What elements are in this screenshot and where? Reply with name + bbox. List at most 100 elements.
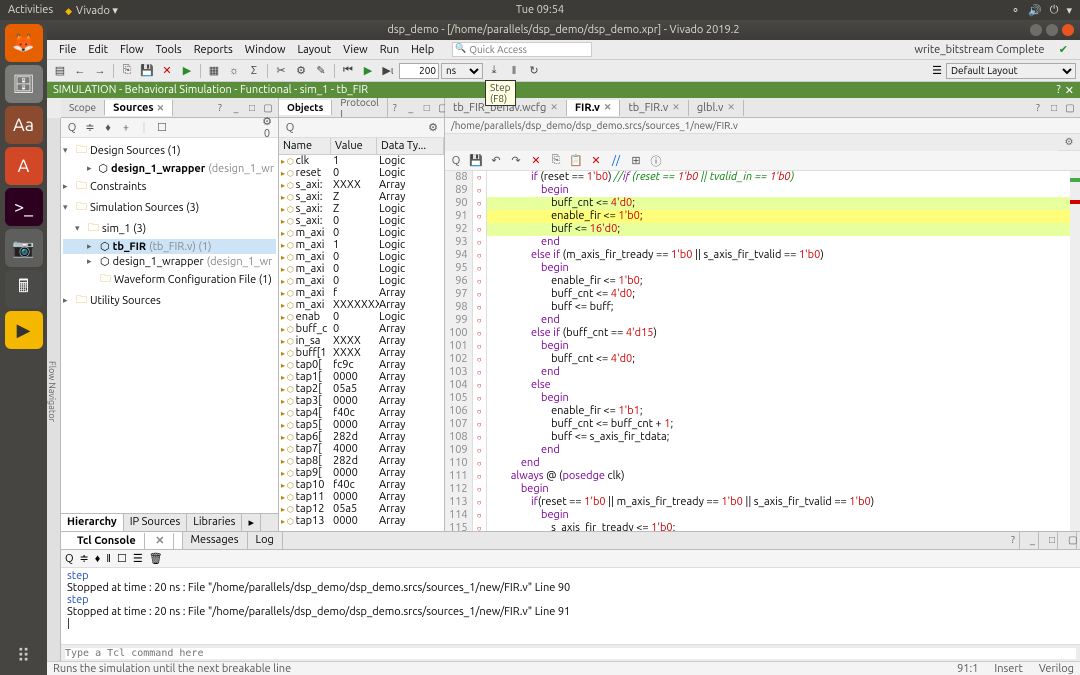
expand-icon[interactable]: ♦ [101,122,115,134]
float-panel-icon[interactable]: ▢ [261,102,275,114]
editor-tab[interactable]: glbl.v✕ [689,100,744,116]
hierarchy-icon[interactable]: ☐ [155,121,169,134]
menu-run[interactable]: Run [374,44,405,56]
object-row[interactable]: enab0Logic [279,311,444,323]
maximize-panel-icon[interactable]: □ [420,102,434,114]
document-icon[interactable]: A [5,147,43,185]
delete-icon[interactable]: ✕ [589,154,603,167]
search-icon[interactable]: Q [449,155,463,167]
maximize-panel-icon[interactable]: □ [1041,532,1058,549]
clock[interactable]: Tue 09:54 [516,4,564,16]
time-unit-select[interactable]: ns [441,63,483,79]
cut-icon[interactable]: ✕ [529,154,543,167]
object-row[interactable]: m_axi0Logic [279,227,444,239]
col-name[interactable]: Name [279,138,331,154]
menu-tools[interactable]: Tools [150,44,188,56]
menu-reports[interactable]: Reports [188,44,239,56]
relaunch-icon[interactable]: ↻ [525,62,543,80]
synth-icon[interactable]: ▦ [205,62,223,80]
close-button[interactable] [1062,24,1074,36]
menu-window[interactable]: Window [239,44,292,56]
object-row[interactable]: m_axifArray [279,287,444,299]
gear-icon[interactable]: ⚙ [1062,136,1076,148]
terminal-icon[interactable]: >_ [5,188,43,226]
save-icon[interactable]: 💾 [138,62,156,80]
step-icon[interactable]: ⤓ Step (F8) [485,62,503,80]
search-icon[interactable]: Q [65,553,74,565]
tab-messages[interactable]: Messages [183,532,248,549]
object-row[interactable]: m_axi0Logic [279,263,444,275]
screenshot-icon[interactable]: 📷 [5,229,43,267]
close-icon[interactable]: ✕ [157,103,165,113]
files-icon[interactable]: 🗄 [5,65,43,103]
quick-access-input[interactable] [452,42,592,57]
collapse-icon[interactable]: ≑ [80,552,89,565]
pause-icon[interactable]: ‖ [106,553,111,565]
scroll-indicator[interactable] [1070,171,1080,531]
paste-icon[interactable]: 📋 [569,154,583,167]
save-icon[interactable]: 💾 [469,154,483,167]
object-row[interactable]: tap5[0000Array [279,419,444,431]
new-icon[interactable]: ▤ [51,62,69,80]
object-row[interactable]: tap6[282dArray [279,431,444,443]
cancel-icon[interactable]: ✕ [158,62,176,80]
gear-icon[interactable]: ⚙ [426,121,440,134]
close-icon[interactable]: ✕ [550,102,558,113]
system-menu-icon[interactable]: ▾ [1066,4,1072,17]
editor-tab[interactable]: tb_FIR.v✕ [620,100,688,116]
help-icon[interactable]: ? [1031,102,1045,114]
app-menu[interactable]: Vivado ▾ [65,4,118,17]
comment-icon[interactable]: // [609,155,623,167]
minimize-button[interactable] [1030,24,1042,36]
copy-icon[interactable]: ⎘ [118,62,136,80]
object-row[interactable]: s_axi:XXXXArray [279,179,444,191]
float-panel-icon[interactable]: ▢ [1063,102,1077,114]
undo-icon[interactable]: ↶ [489,154,503,167]
object-row[interactable]: m_axiXXXXXXXXArray [279,299,444,311]
banner-close-icon[interactable]: ✕ [1065,84,1074,97]
close-icon[interactable]: ✕ [727,102,735,113]
object-row[interactable]: tap10f40cArray [279,479,444,491]
flow-navigator-collapsed[interactable]: Flow Navigator [47,118,61,661]
tab-objects[interactable]: Objects [279,100,332,115]
object-row[interactable]: tap7[4000Array [279,443,444,455]
help-icon[interactable]: ? [1003,532,1020,549]
objects-table[interactable]: Name Value Data Ty... clk1Logicreset0Log… [279,138,444,531]
tab-ip-sources[interactable]: IP Sources [124,514,187,531]
close-icon[interactable]: ✕ [672,102,680,113]
close-icon[interactable]: ✕ [604,102,612,113]
menu-flow[interactable]: Flow [114,44,150,56]
info-icon[interactable]: ⓘ [649,153,663,169]
menu-view[interactable]: View [337,44,374,56]
banner-help-icon[interactable]: ? [1057,84,1061,97]
menu-help[interactable]: Help [405,44,440,56]
tool-icon[interactable]: ⚙ [292,62,310,80]
menu-file[interactable]: File [53,44,82,56]
close-icon[interactable]: ✕ [147,533,173,549]
object-row[interactable]: tap110000Array [279,491,444,503]
show-apps-icon[interactable]: ⠿ [5,637,43,675]
object-row[interactable]: tap1205a5Array [279,503,444,515]
tab-log[interactable]: Log [248,532,283,549]
sources-tree[interactable]: ▾🗀Design Sources (1) ▸⬡ design_1_wrapper… [61,138,278,513]
filter-icon[interactable]: ☰ [133,552,143,565]
back-icon[interactable]: ← [71,62,89,80]
object-row[interactable]: tap2[05a5Array [279,383,444,395]
object-row[interactable]: tap0[fc9cArray [279,359,444,371]
maximize-panel-icon[interactable]: □ [1047,102,1061,114]
calculator-icon[interactable]: 🖩 [5,270,43,308]
run-all-icon[interactable]: ▶ [359,62,377,80]
tab-hierarchy[interactable]: Hierarchy [61,514,124,531]
tcl-input[interactable] [65,648,1076,659]
object-row[interactable]: s_axi:ZArray [279,191,444,203]
vivado-icon[interactable]: ▶ [5,311,43,349]
maximize-panel-icon[interactable]: □ [245,102,259,114]
object-row[interactable]: m_axi0Logic [279,275,444,287]
run-time-input[interactable] [399,63,439,79]
object-row[interactable]: s_axi:0Logic [279,215,444,227]
object-row[interactable]: buff_c0Array [279,323,444,335]
run-icon[interactable]: ▶ [178,62,196,80]
copy-icon[interactable]: ⎘ [549,154,563,167]
power-icon[interactable]: ⏻ [1050,4,1059,17]
object-row[interactable]: in_saXXXXArray [279,335,444,347]
